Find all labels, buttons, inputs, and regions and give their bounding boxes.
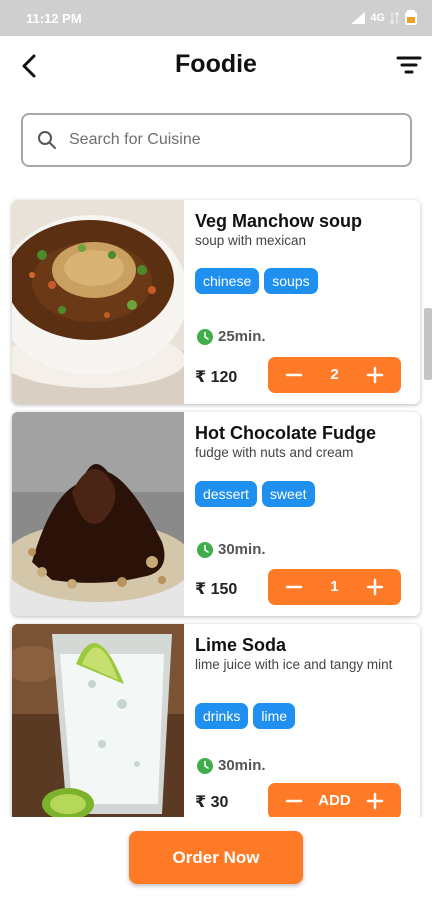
food-name: Lime Soda — [195, 635, 287, 655]
network-type: 4G — [370, 11, 385, 24]
food-image-fudge — [12, 412, 184, 616]
food-price: ₹ 150 — [195, 581, 238, 598]
food-description: soup with mexican — [195, 233, 307, 248]
battery-icon — [405, 10, 417, 25]
quantity-value: 2 — [330, 366, 339, 383]
food-price: ₹ 120 — [195, 369, 238, 386]
prep-time-text: 25min. — [218, 328, 266, 345]
food-name: Veg Manchow soup — [195, 211, 363, 231]
food-description: lime juice with ice and tangy mint — [195, 657, 393, 672]
plus-icon — [366, 792, 384, 810]
clock-icon — [197, 757, 213, 774]
food-image-lime-soda — [12, 624, 184, 828]
clock-icon — [197, 328, 213, 345]
prep-time: 30min. — [197, 757, 266, 774]
page-title: Foodie — [175, 50, 257, 78]
food-card-lime-soda: Lime Soda lime juice with ice and tangy … — [12, 624, 420, 828]
add-button-label[interactable]: ADD — [304, 783, 365, 819]
tag-list: dessert sweet — [195, 481, 315, 507]
tag-dessert[interactable]: dessert — [195, 481, 257, 507]
search-input[interactable] — [69, 117, 389, 163]
order-now-button[interactable]: Order Now — [129, 831, 303, 884]
food-card-hot-chocolate-fudge: Hot Chocolate Fudge fudge with nuts and … — [12, 412, 420, 616]
filter-button[interactable] — [396, 54, 422, 76]
quantity-stepper: ADD — [268, 783, 401, 819]
prep-time-text: 30min. — [218, 541, 266, 558]
data-arrows-icon — [390, 11, 399, 24]
food-description: fudge with nuts and cream — [195, 445, 354, 460]
plus-icon — [366, 366, 384, 384]
prep-time: 30min. — [197, 541, 266, 558]
app-bar: Foodie — [0, 36, 432, 96]
status-bar: 11:12 PM 4G — [0, 0, 432, 36]
tag-drinks[interactable]: drinks — [195, 703, 249, 729]
tag-list: chinese soups — [195, 268, 318, 294]
food-name: Hot Chocolate Fudge — [195, 423, 376, 443]
food-price: ₹ 30 — [195, 794, 229, 811]
tag-list: drinks lime — [195, 703, 296, 729]
food-card-veg-manchow-soup: Veg Manchow soup soup with mexican chine… — [12, 200, 420, 404]
plus-icon — [366, 578, 384, 596]
tag-sweet[interactable]: sweet — [261, 481, 315, 507]
increase-quantity-button[interactable] — [357, 783, 393, 819]
prep-time: 25min. — [197, 328, 266, 345]
filter-icon — [396, 56, 422, 74]
status-time: 11:12 PM — [26, 11, 82, 26]
tag-soups[interactable]: soups — [264, 268, 318, 294]
quantity-stepper: 1 — [268, 569, 401, 605]
status-icons: 4G — [351, 10, 418, 25]
increase-quantity-button[interactable] — [357, 357, 393, 393]
clock-icon — [197, 541, 213, 558]
prep-time-text: 30min. — [218, 757, 266, 774]
quantity-value: 1 — [330, 578, 339, 595]
search-icon — [38, 131, 56, 149]
tag-lime[interactable]: lime — [253, 703, 296, 729]
increase-quantity-button[interactable] — [357, 569, 393, 605]
tag-chinese[interactable]: chinese — [195, 268, 260, 294]
food-image-soup — [12, 200, 184, 404]
scrollbar[interactable] — [424, 308, 432, 380]
quantity-stepper: 2 — [268, 357, 401, 393]
signal-icon — [351, 11, 366, 24]
search-bar — [21, 113, 412, 167]
